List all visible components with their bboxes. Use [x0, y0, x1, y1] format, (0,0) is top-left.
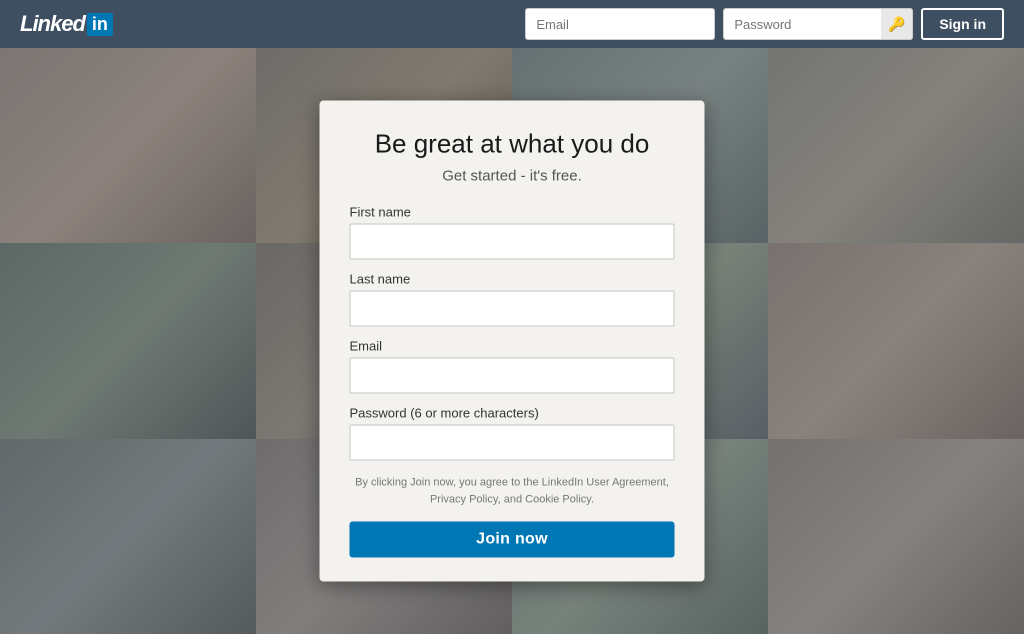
email-input[interactable] — [350, 358, 675, 394]
header-password-wrapper: 🔑 — [723, 8, 913, 40]
modal-subtitle: Get started - it's free. — [350, 168, 675, 185]
signup-modal: Be great at what you do Get started - it… — [320, 101, 705, 582]
key-icon[interactable]: 🔑 — [881, 8, 913, 40]
sign-in-button[interactable]: Sign in — [921, 8, 1004, 40]
password-input[interactable] — [350, 425, 675, 461]
header: Linked in 🔑 Sign in — [0, 0, 1024, 48]
last-name-group: Last name — [350, 272, 675, 327]
modal-title: Be great at what you do — [350, 129, 675, 160]
header-email-input[interactable] — [525, 8, 715, 40]
email-group: Email — [350, 339, 675, 394]
password-label: Password (6 or more characters) — [350, 406, 675, 421]
first-name-label: First name — [350, 205, 675, 220]
header-inputs: 🔑 Sign in — [525, 8, 1004, 40]
password-group: Password (6 or more characters) — [350, 406, 675, 461]
join-now-button[interactable]: Join now — [350, 522, 675, 558]
first-name-input[interactable] — [350, 224, 675, 260]
logo-in-badge: in — [87, 13, 113, 36]
last-name-label: Last name — [350, 272, 675, 287]
logo-text: Linked — [20, 11, 85, 37]
terms-text: By clicking Join now, you agree to the L… — [350, 475, 675, 508]
last-name-input[interactable] — [350, 291, 675, 327]
logo: Linked in — [20, 11, 113, 37]
first-name-group: First name — [350, 205, 675, 260]
email-label: Email — [350, 339, 675, 354]
